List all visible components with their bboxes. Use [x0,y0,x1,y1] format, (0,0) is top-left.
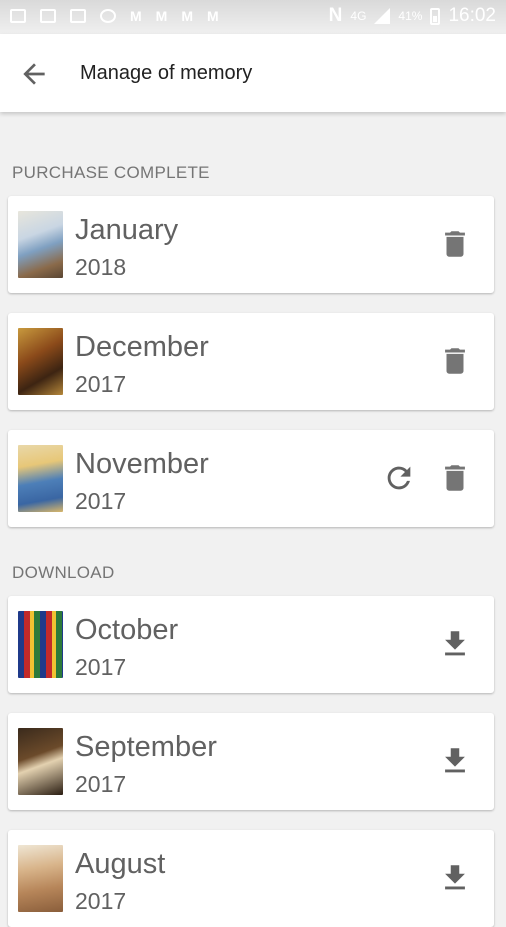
list-item-august[interactable]: August 2017 [8,830,494,927]
delete-button[interactable] [438,227,472,261]
status-bar: M M M M N 4G 41% 16:02 [0,0,506,34]
system-icons: N 4G 41% 16:02 [329,5,496,27]
download-icon [445,748,465,773]
notification-icons: M M M M [10,8,219,24]
delete-button[interactable] [438,344,472,378]
notification-letter: M [207,8,219,24]
list-item-october[interactable]: October 2017 [8,596,494,693]
section-title-purchase: PURCHASE COMPLETE [12,163,210,182]
delete-icon [445,465,465,491]
battery-percent: 41% [398,9,423,23]
magazine-cover [18,845,63,912]
delete-icon [445,348,465,374]
network-type: 4G [350,9,367,23]
issue-year: 2017 [75,771,127,797]
back-button[interactable] [18,58,50,90]
issue-year: 2017 [75,654,127,680]
download-button[interactable] [438,627,472,661]
issue-month: January [75,214,179,246]
list-item-november[interactable]: November 2017 [8,430,494,527]
section-title-download: DOWNLOAD [12,563,115,582]
page-title: Manage of memory [80,62,253,84]
refresh-icon [387,466,411,490]
clock: 16:02 [448,5,496,26]
download-button[interactable] [438,744,472,778]
issue-year: 2017 [75,888,127,914]
magazine-cover [18,211,63,278]
download-icon [445,631,465,656]
battery-icon [430,7,441,25]
wifi-icon [70,9,86,23]
list-item-december[interactable]: December 2017 [8,313,494,410]
download-icon [445,865,465,890]
magazine-cover [18,728,63,795]
refresh-button[interactable] [382,461,416,495]
issue-month: September [75,731,217,763]
app-bar: Manage of memory [0,34,506,112]
issue-year: 2017 [75,371,127,397]
image-icon [40,9,56,23]
magazine-cover [18,611,63,678]
issue-month: August [75,848,166,880]
magazine-cover [18,445,63,512]
delete-icon [445,231,465,257]
issue-year: 2018 [75,254,127,280]
list-item-september[interactable]: September 2017 [8,713,494,810]
notification-letter: M [155,8,168,24]
signal-icon [374,8,391,24]
list-item-january[interactable]: January 2018 [8,196,494,293]
nfc-icon: N [328,5,343,26]
issue-month: November [75,448,209,480]
magazine-cover [18,328,63,395]
add-icon [10,9,26,23]
sync-icon [100,9,116,23]
notification-letter: M [181,8,194,24]
issue-month: December [75,331,209,363]
delete-button[interactable] [438,461,472,495]
issue-year: 2017 [75,488,127,514]
arrow-back-icon [23,63,45,85]
notification-letter: M [130,8,142,24]
issue-month: October [75,614,179,646]
download-button[interactable] [438,861,472,895]
